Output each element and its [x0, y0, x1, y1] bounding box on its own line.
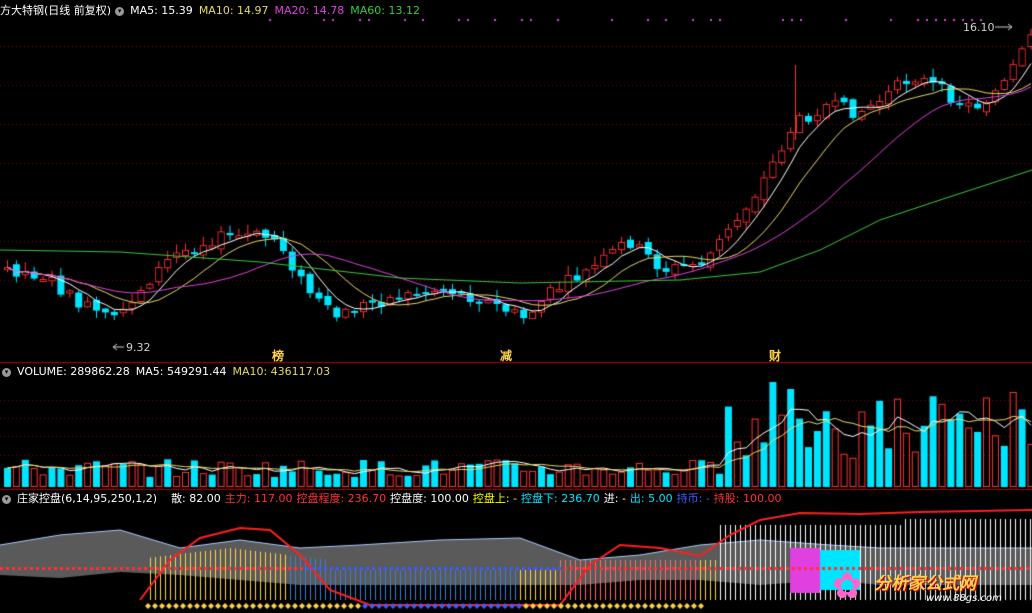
- watermark-name: 分析家公式网: [874, 574, 976, 594]
- stock-chart-canvas[interactable]: [0, 0, 1032, 613]
- ma60-label: MA60: 13.12: [350, 4, 420, 17]
- indicator-value-8: 持币: -: [676, 492, 710, 505]
- indicator-value-1: 主力: 117.00: [224, 492, 293, 505]
- indicator-value-4: 控盘上: -: [472, 492, 518, 505]
- watermark-logo: ✿ 分析家公式网 www.88gs.com: [830, 565, 1030, 611]
- volume-toggle-icon[interactable]: ▾: [2, 367, 11, 377]
- indicator-value-9: 持股: 100.00: [713, 492, 782, 505]
- indicator-value-6: 进: -: [603, 492, 626, 505]
- indicator-toggle-icon[interactable]: ▾: [2, 494, 11, 504]
- settings-toggle-icon[interactable]: ▾: [115, 6, 125, 16]
- price-panel-header: 方大特钢(日线 前复权) ▾ MA5: 15.39 MA10: 14.97 MA20: …: [0, 3, 426, 19]
- ma5-label: MA5: 15.39: [130, 4, 193, 17]
- ma10-label: MA10: 14.97: [198, 4, 269, 17]
- low-price-label: 9.32: [126, 341, 151, 354]
- ma20-label: MA20: 14.78: [274, 4, 345, 17]
- event-marker-1[interactable]: 榜: [272, 347, 284, 364]
- event-marker-3[interactable]: 财: [769, 347, 781, 364]
- volume-ma5-label: MA5: 549291.44: [135, 365, 227, 378]
- indicator-value-7: 出: 5.00: [629, 492, 673, 505]
- flower-logo-icon: ✿: [832, 566, 863, 607]
- indicator-value-3: 控盘度: 100.00: [390, 492, 469, 505]
- indicator-name: 庄家控盘(6,14,95,250,1,2): [17, 492, 158, 505]
- volume-panel-header: ▾ VOLUME: 289862.28 MA5: 549291.44 MA10: 43…: [0, 364, 336, 380]
- indicator-value-0: 散: 82.00: [171, 492, 221, 505]
- indicator-panel-header: ▾ 庄家控盘(6,14,95,250,1,2) 散: 82.00 主力: 117.00…: [0, 491, 792, 507]
- event-marker-2[interactable]: 减: [500, 347, 512, 364]
- watermark-url: www.88gs.com: [926, 593, 1002, 604]
- indicator-value-2: 控盘程度: 236.70: [296, 492, 387, 505]
- volume-label: VOLUME: 289862.28: [17, 365, 130, 378]
- indicator-value-5: 控盘下: 236.70: [521, 492, 600, 505]
- volume-ma10-label: MA10: 436117.03: [232, 365, 331, 378]
- high-price-label: 16.10: [963, 21, 995, 34]
- stock-title: 方大特钢(日线 前复权): [0, 4, 112, 17]
